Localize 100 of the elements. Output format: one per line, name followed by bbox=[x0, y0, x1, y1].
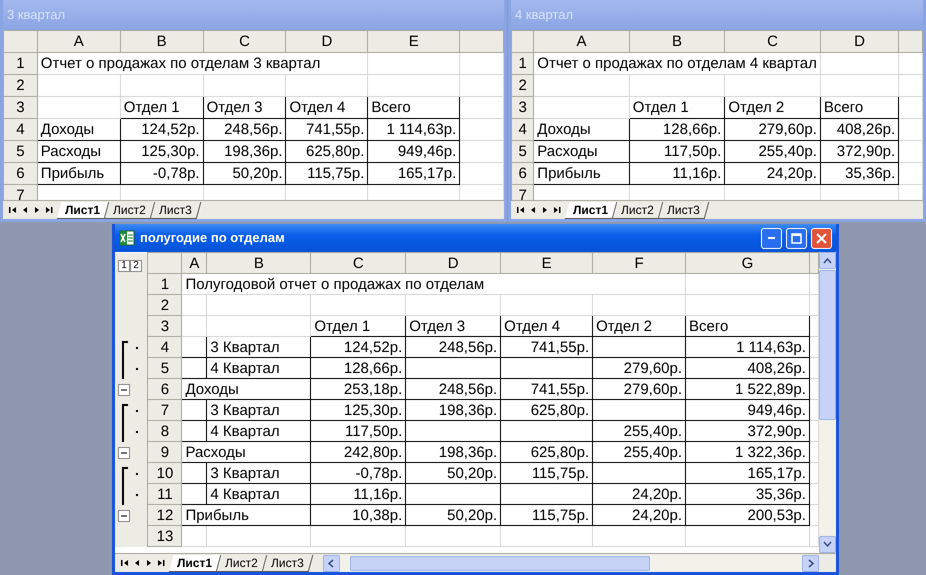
table-cell: 24,20р. bbox=[592, 484, 686, 504]
row-number[interactable]: 11 bbox=[148, 484, 182, 504]
sheet-tab[interactable]: Лист2 bbox=[612, 202, 664, 218]
row-number[interactable]: 7 bbox=[512, 184, 534, 200]
table-cell: 115,75р. bbox=[286, 162, 368, 184]
row-number[interactable]: 12 bbox=[148, 504, 182, 526]
column-header[interactable]: C bbox=[203, 30, 286, 52]
row-number[interactable]: 3 bbox=[148, 316, 182, 336]
row-number[interactable]: 8 bbox=[148, 420, 182, 442]
column-header[interactable]: A bbox=[182, 252, 207, 274]
next-sheet-icon[interactable] bbox=[541, 206, 549, 214]
row-number[interactable]: 2 bbox=[512, 74, 534, 96]
row-label: Прибыль bbox=[37, 162, 120, 184]
collapse-button[interactable] bbox=[118, 384, 130, 396]
column-header[interactable]: D bbox=[286, 30, 368, 52]
row-number[interactable]: 4 bbox=[512, 118, 534, 140]
scroll-down-button[interactable] bbox=[819, 536, 836, 553]
spreadsheet-icon bbox=[119, 230, 135, 246]
row-number[interactable]: 6 bbox=[512, 162, 534, 184]
table-cell: 115,75р. bbox=[500, 462, 593, 484]
row-number[interactable]: 3 bbox=[512, 96, 534, 118]
table-cell: 1 322,36р. bbox=[686, 442, 810, 462]
row-number[interactable]: 5 bbox=[4, 140, 38, 162]
first-sheet-icon[interactable] bbox=[121, 559, 129, 567]
collapse-button[interactable] bbox=[118, 446, 130, 458]
scroll-left-button[interactable] bbox=[322, 554, 340, 572]
row-number[interactable]: 2 bbox=[148, 294, 182, 316]
row-label: 3 Квартал bbox=[206, 336, 311, 358]
column-heading: Отдел 3 bbox=[203, 96, 286, 118]
row-number[interactable]: 1 bbox=[4, 52, 38, 74]
column-header[interactable]: D bbox=[406, 252, 501, 274]
scrollbar-thumb[interactable] bbox=[819, 270, 836, 420]
row-number[interactable]: 5 bbox=[512, 140, 534, 162]
row-number[interactable]: 4 bbox=[148, 336, 182, 358]
scrollbar-thumb[interactable] bbox=[350, 556, 650, 570]
sheet-tab[interactable]: Лист1 bbox=[564, 202, 618, 218]
table-cell: 24,20р. bbox=[592, 504, 686, 526]
row-number[interactable]: 9 bbox=[148, 442, 182, 462]
table-cell: 11,16р. bbox=[629, 162, 725, 184]
column-header[interactable]: B bbox=[120, 30, 204, 52]
row-number[interactable]: 1 bbox=[512, 52, 534, 74]
table-cell: 198,36р. bbox=[406, 442, 501, 462]
last-sheet-icon[interactable] bbox=[157, 559, 165, 567]
sheet-tab[interactable]: Лист3 bbox=[658, 202, 709, 218]
column-header[interactable]: B bbox=[206, 252, 311, 274]
row-number[interactable]: 7 bbox=[148, 400, 182, 420]
collapse-button[interactable] bbox=[118, 510, 130, 522]
column-heading: Всего bbox=[686, 316, 810, 336]
window-title: 3 квартал bbox=[7, 6, 66, 24]
minimize-button[interactable] bbox=[761, 228, 782, 248]
row-number[interactable]: 4 bbox=[4, 118, 38, 140]
column-header[interactable]: G bbox=[686, 252, 810, 274]
row-number[interactable]: 1 bbox=[148, 274, 182, 294]
next-sheet-icon[interactable] bbox=[145, 559, 153, 567]
first-sheet-icon[interactable] bbox=[9, 206, 17, 214]
next-sheet-icon[interactable] bbox=[33, 206, 41, 214]
column-header[interactable]: B bbox=[629, 30, 725, 52]
column-header[interactable]: A bbox=[534, 30, 630, 52]
column-header[interactable]: E bbox=[500, 252, 593, 274]
row-number[interactable]: 2 bbox=[4, 74, 38, 96]
last-sheet-icon[interactable] bbox=[45, 206, 53, 214]
sheet-tab[interactable]: Лист2 bbox=[216, 554, 268, 572]
table-cell: 372,90р. bbox=[820, 140, 899, 162]
row-number[interactable]: 13 bbox=[148, 526, 182, 546]
column-header[interactable]: A bbox=[37, 30, 120, 52]
table-cell: 255,40р. bbox=[724, 140, 820, 162]
previous-sheet-icon[interactable] bbox=[21, 206, 29, 214]
previous-sheet-icon[interactable] bbox=[133, 559, 141, 567]
column-header[interactable]: C bbox=[310, 252, 406, 274]
sheet-tab[interactable]: Лист1 bbox=[168, 554, 222, 572]
row-number[interactable]: 10 bbox=[148, 462, 182, 484]
table-cell: 242,80р. bbox=[310, 442, 406, 462]
row-number[interactable]: 7 bbox=[4, 184, 38, 200]
column-header[interactable]: C bbox=[724, 30, 820, 52]
maximize-button[interactable] bbox=[786, 228, 807, 248]
first-sheet-icon[interactable] bbox=[517, 206, 525, 214]
last-sheet-icon[interactable] bbox=[553, 206, 561, 214]
scroll-up-button[interactable] bbox=[819, 252, 836, 269]
outline-level-button[interactable]: 1 bbox=[118, 260, 130, 272]
close-button[interactable] bbox=[811, 228, 832, 248]
row-number[interactable]: 6 bbox=[148, 378, 182, 400]
scroll-right-button[interactable] bbox=[802, 554, 819, 572]
row-number[interactable]: 6 bbox=[4, 162, 38, 184]
sheet-tab[interactable]: Лист1 bbox=[56, 202, 110, 218]
row-number[interactable]: 3 bbox=[4, 96, 38, 118]
table-cell: 248,56р. bbox=[406, 378, 501, 400]
column-header[interactable]: D bbox=[820, 30, 899, 52]
report-title: Полугодовой отчет о продажах по отделам bbox=[182, 274, 686, 294]
outline-level-button[interactable]: 2 bbox=[130, 260, 142, 272]
column-header[interactable]: F bbox=[592, 252, 686, 274]
sheet-tab[interactable]: Лист3 bbox=[262, 554, 313, 572]
sheet-tab[interactable]: Лист2 bbox=[104, 202, 156, 218]
previous-sheet-icon[interactable] bbox=[529, 206, 537, 214]
table-cell: 279,60р. bbox=[592, 358, 686, 378]
table-cell: 128,66р. bbox=[629, 118, 725, 140]
table-cell: -0,78р. bbox=[310, 462, 406, 484]
row-number[interactable]: 5 bbox=[148, 358, 182, 378]
sheet-tab[interactable]: Лист3 bbox=[150, 202, 201, 218]
table-cell: 741,55р. bbox=[500, 378, 593, 400]
column-header[interactable]: E bbox=[368, 30, 460, 52]
